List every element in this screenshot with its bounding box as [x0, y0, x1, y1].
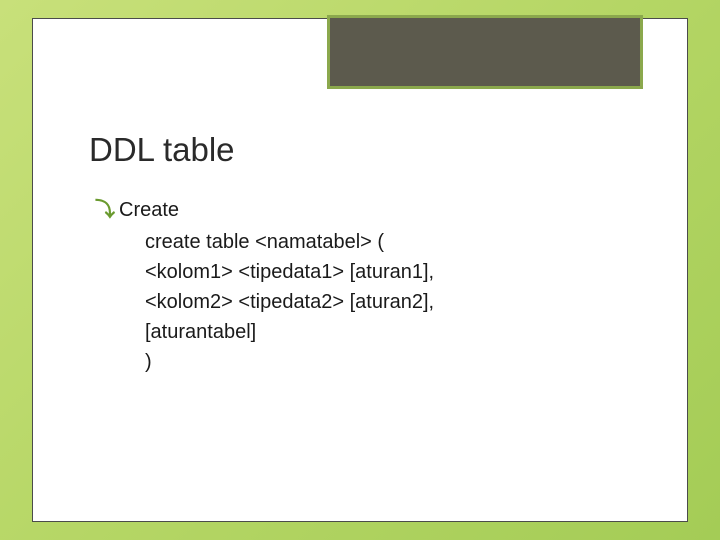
title-placeholder-box [327, 15, 643, 89]
code-line: ) [145, 347, 631, 377]
bullet-item: ⤵ Create [95, 197, 631, 223]
bullet-icon: ⤵ [95, 197, 115, 223]
bullet-head: Create [119, 197, 179, 223]
code-line: <kolom1> <tipedata1> [aturan1], [145, 257, 631, 287]
slide-content: DDL table ⤵ Create create table <namatab… [89, 131, 631, 377]
slide-frame: DDL table ⤵ Create create table <namatab… [32, 18, 688, 522]
slide-title: DDL table [89, 131, 631, 169]
code-line: create table <namatabel> ( [145, 227, 631, 257]
code-block: create table <namatabel> ( <kolom1> <tip… [145, 227, 631, 377]
code-line: [aturantabel] [145, 317, 631, 347]
code-line: <kolom2> <tipedata2> [aturan2], [145, 287, 631, 317]
